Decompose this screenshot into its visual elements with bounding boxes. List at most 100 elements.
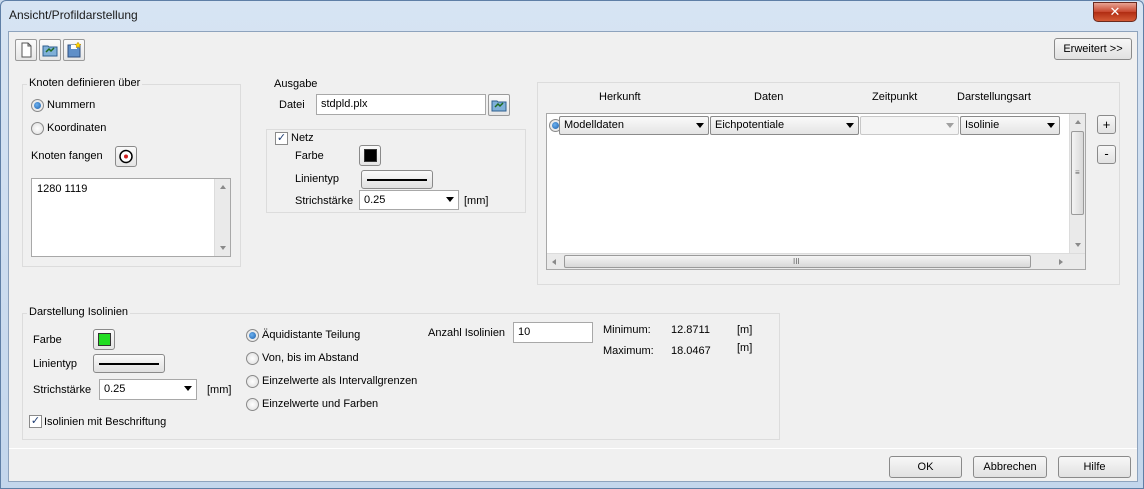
iso-linientyp-button[interactable] [93,354,165,373]
label-aequidistant: Äquidistante Teilung [262,329,361,341]
herkunft-select[interactable]: Modelldaten [559,116,709,135]
remove-row-button[interactable]: - [1097,145,1116,164]
scroll-down-icon [1075,243,1081,247]
netz-unit: [mm] [464,195,489,207]
footer-separator [9,448,1137,449]
minimum-value: 12.8711 [671,324,710,336]
datei-label: Datei [279,99,305,111]
table-hscroll-thumb[interactable]: III [564,255,1031,268]
dialog-window: Ansicht/Profildarstellung ✕ Erweitert >>… [0,0,1144,489]
advanced-button[interactable]: Erweitert >> [1054,38,1132,60]
knoten-list-scrollbar[interactable] [214,179,230,256]
header-herkunft: Herkunft [599,91,641,103]
chevron-down-icon [184,386,192,391]
knoten-fangen-button[interactable] [115,146,137,167]
label-von-bis: Von, bis im Abstand [262,352,359,364]
label-intervallgrenzen: Einzelwerte als Intervallgrenzen [262,375,418,387]
scroll-up-icon [1075,120,1081,124]
table-vscrollbar[interactable]: ≡ [1069,114,1085,253]
anzahl-label: Anzahl Isolinien [428,327,506,339]
scroll-left-icon [552,259,556,265]
netz-farbe-button[interactable] [359,145,381,166]
target-icon [119,149,133,164]
grip-icon: ≡ [1075,168,1080,177]
netz-label: Netz [291,132,314,144]
daten-value: Eichpotentiale [715,119,785,131]
netz-linientyp-button[interactable] [361,170,433,189]
ausgabe-title: Ausgabe [274,78,318,90]
isolinien-group-title: Darstellung Isolinien [27,306,131,318]
datei-browse-button[interactable] [488,94,510,116]
chevron-down-icon [1047,123,1055,128]
window-title: Ansicht/Profildarstellung [9,8,138,22]
iso-farbe-button[interactable] [93,329,115,350]
scroll-up-icon [220,185,226,189]
header-zeitpunkt: Zeitpunkt [872,91,918,103]
header-darstellungsart: Darstellungsart [957,91,1031,103]
title-bar[interactable]: Ansicht/Profildarstellung ✕ [1,1,1143,31]
iso-strichstaerke-value: 0.25 [104,383,126,395]
netz-farbe-label: Farbe [295,150,324,162]
new-document-button[interactable] [15,39,37,61]
header-daten: Daten [754,91,784,103]
knoten-list-text: 1280 1119 [37,183,88,195]
iso-farbe-label: Farbe [33,334,62,346]
scroll-down-icon [220,246,226,250]
dialog-client: Erweitert >> Knoten definieren über Numm… [8,31,1138,482]
save-star-icon [67,41,82,58]
label-nummern: Nummern [47,99,96,111]
close-button[interactable]: ✕ [1093,2,1137,22]
save-button[interactable] [63,39,85,61]
radio-von-bis[interactable] [246,352,259,365]
cancel-button[interactable]: Abbrechen [973,456,1047,478]
daten-select[interactable]: Eichpotentiale [710,116,859,135]
knoten-group-title: Knoten definieren über [27,77,143,89]
radio-aequidistant[interactable] [246,329,259,342]
add-row-button[interactable]: + [1097,115,1116,134]
darstellungsart-value: Isolinie [965,119,1000,131]
label-einzelwerte-farben: Einzelwerte und Farben [262,398,379,410]
netz-strichstaerke-select[interactable]: 0.25 [359,190,459,210]
open-folder-icon [42,45,58,57]
radio-koordinaten[interactable] [31,122,44,135]
line-sample [367,179,427,181]
herkunft-value: Modelldaten [564,119,624,131]
ok-button[interactable]: OK [889,456,962,478]
chevron-down-icon [696,123,704,128]
chevron-down-icon [446,197,454,202]
darstellungsart-select[interactable]: Isolinie [960,116,1060,135]
table-list[interactable]: Modelldaten Eichpotentiale Isolinie ≡ II… [546,113,1086,270]
iso-color-swatch [98,333,111,346]
table-vscroll-thumb[interactable]: ≡ [1071,131,1084,215]
anzahl-input[interactable]: 10 [513,322,593,343]
iso-linientyp-label: Linientyp [33,358,78,370]
line-sample [99,363,159,365]
datei-input[interactable]: stdpld.plx [316,94,486,115]
maximum-label: Maximum: [603,345,654,357]
netz-strichstaerke-value: 0.25 [364,194,386,206]
scroll-right-icon [1059,259,1063,265]
netz-color-swatch [364,149,377,162]
radio-einzelwerte-farben[interactable] [246,398,259,411]
zeitpunkt-select[interactable] [860,116,959,135]
iso-strichstaerke-select[interactable]: 0.25 [99,379,197,400]
iso-unit: [mm] [207,384,232,396]
netz-linientyp-label: Linientyp [295,173,340,185]
minimum-label: Minimum: [603,324,651,336]
table-hscrollbar[interactable]: III [547,253,1085,269]
maximum-unit: [m] [737,342,753,354]
chevron-down-icon [946,123,954,128]
help-button[interactable]: Hilfe [1058,456,1131,478]
radio-nummern[interactable] [31,99,44,112]
chevron-down-icon [846,123,854,128]
open-file-button[interactable] [39,39,61,61]
radio-intervallgrenzen[interactable] [246,375,259,388]
beschriftung-label: Isolinien mit Beschriftung [44,416,167,428]
new-document-icon [21,42,32,58]
knoten-list[interactable]: 1280 1119 [31,178,231,257]
beschriftung-checkbox[interactable]: ✓ [29,415,42,428]
open-folder-icon [491,100,507,112]
netz-checkbox[interactable]: ✓ [275,132,288,145]
label-koordinaten: Koordinaten [47,122,107,134]
minimum-unit: [m] [737,324,753,336]
